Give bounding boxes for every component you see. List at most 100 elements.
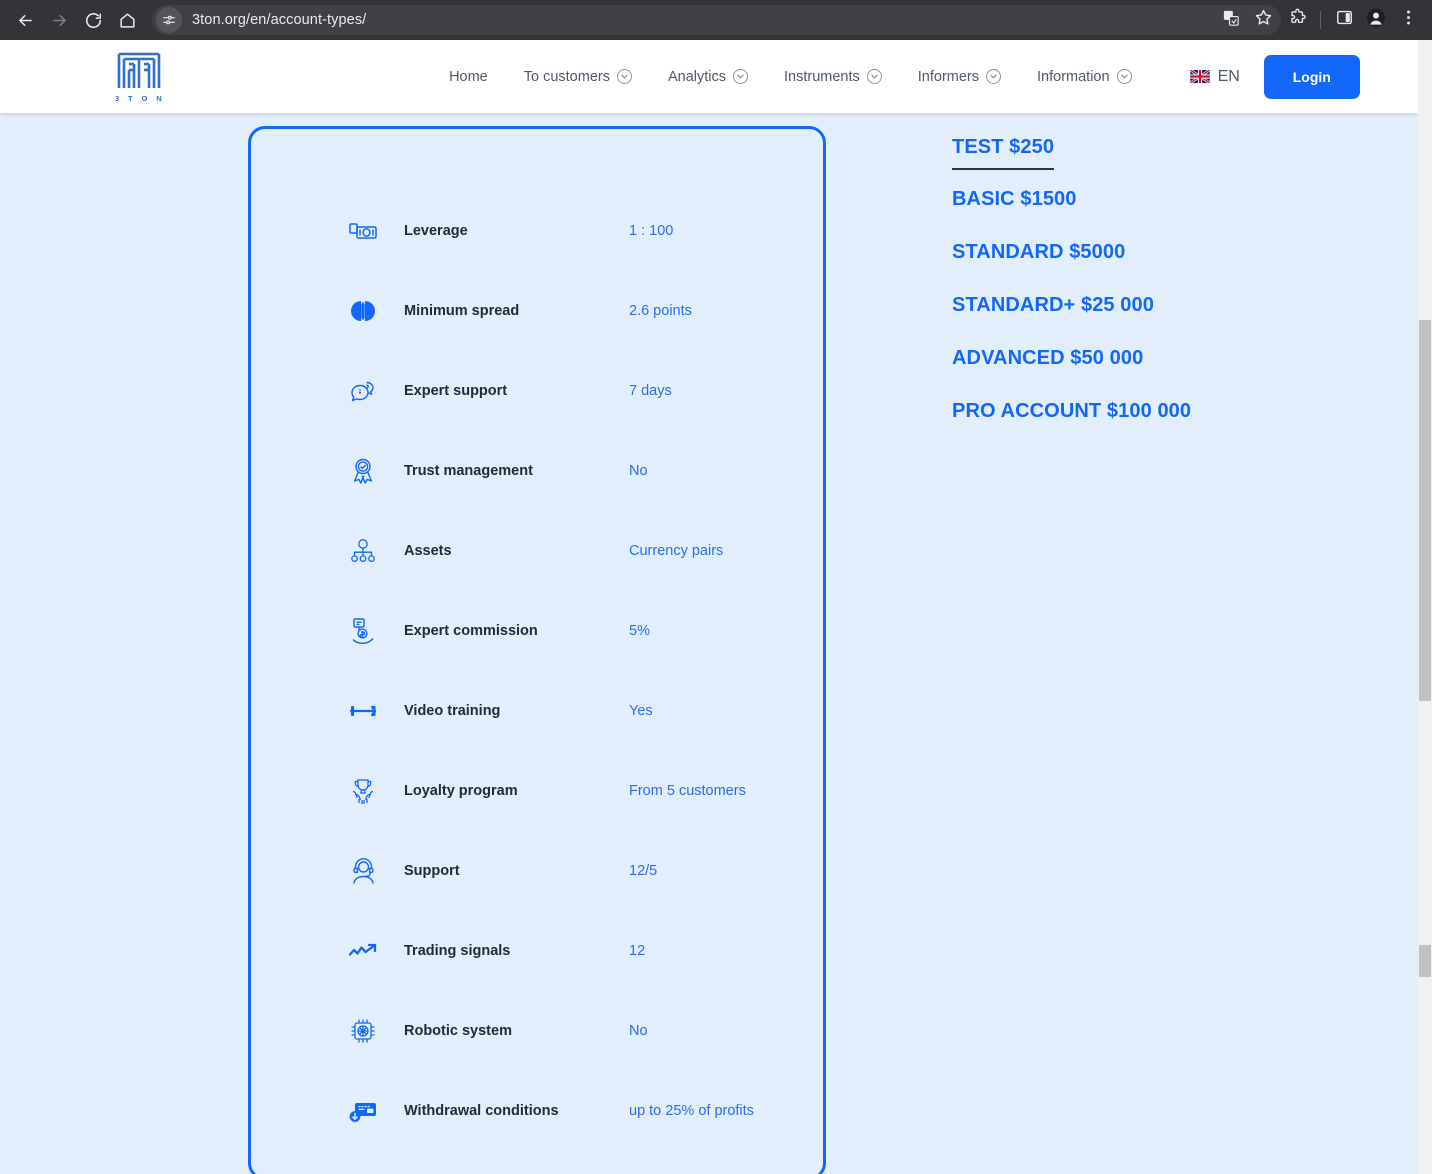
spec-value: 5% bbox=[629, 623, 650, 639]
translate-button[interactable]: G bbox=[1215, 4, 1247, 36]
video-training-icon bbox=[345, 703, 381, 719]
inner-scrollbar-thumb[interactable] bbox=[1419, 945, 1431, 977]
support-headset-icon bbox=[345, 857, 381, 885]
chevron-down-icon bbox=[986, 69, 1002, 84]
robotic-system-chip-icon bbox=[345, 1017, 381, 1045]
chrome-menu-button[interactable] bbox=[1392, 4, 1424, 36]
spec-label: Expert support bbox=[404, 383, 508, 399]
spec-label: Video training bbox=[404, 703, 501, 719]
account-type-standard[interactable]: STANDARD $5000 bbox=[952, 241, 1125, 264]
account-type-list: TEST $250 BASIC $1500 STANDARD $5000 STA… bbox=[952, 136, 1352, 453]
page-content: Leverage 1 : 100 Minimum spread 2.6 poin… bbox=[0, 113, 1418, 1174]
spec-label: Trading signals bbox=[404, 943, 511, 959]
spec-row: Video training Yes bbox=[251, 671, 823, 751]
three-dot-menu-icon bbox=[1399, 8, 1418, 32]
account-spec-card: Leverage 1 : 100 Minimum spread 2.6 poin… bbox=[248, 126, 826, 1174]
nav-item-analytics[interactable]: Analytics bbox=[650, 69, 766, 85]
translate-icon: G bbox=[1222, 9, 1240, 32]
nav-label: Informers bbox=[917, 68, 980, 85]
expert-support-chat-icon bbox=[345, 379, 381, 404]
spec-row: Support 12/5 bbox=[251, 831, 823, 911]
site-logo[interactable]: 3 T O N bbox=[112, 50, 165, 103]
leverage-money-icon bbox=[345, 218, 381, 244]
logo-maze-icon bbox=[116, 50, 162, 92]
spec-label: Minimum spread bbox=[404, 303, 520, 319]
spec-row: Minimum spread 2.6 points bbox=[251, 271, 823, 351]
browser-toolbar: 3ton.org/en/account-types/ G bbox=[0, 0, 1432, 40]
spec-row: Expert support 7 days bbox=[251, 351, 823, 431]
forward-button[interactable] bbox=[42, 3, 76, 37]
side-panel-button[interactable] bbox=[1328, 4, 1360, 36]
spec-row: Expert commission 5% bbox=[251, 591, 823, 671]
home-button[interactable] bbox=[110, 3, 144, 37]
extensions-button[interactable] bbox=[1281, 4, 1313, 36]
nav-item-home[interactable]: Home bbox=[449, 69, 506, 85]
spec-value: No bbox=[629, 1023, 648, 1039]
account-type-test[interactable]: TEST $250 bbox=[952, 136, 1055, 170]
nav-item-instruments[interactable]: Instruments bbox=[766, 69, 900, 85]
chevron-down-icon bbox=[866, 69, 882, 84]
spec-value: 1 : 100 bbox=[629, 223, 674, 239]
site-header: 3 T O N Home To customers Analytics Inst… bbox=[0, 40, 1418, 113]
reload-icon bbox=[84, 11, 103, 30]
account-type-standard-plus[interactable]: STANDARD+ $25 000 bbox=[952, 294, 1154, 317]
account-type-pro[interactable]: PRO ACCOUNT $100 000 bbox=[952, 400, 1191, 423]
login-button[interactable]: Login bbox=[1263, 54, 1360, 99]
reload-button[interactable] bbox=[76, 3, 110, 37]
withdrawal-card-icon bbox=[345, 1099, 381, 1123]
language-code: EN bbox=[1217, 67, 1240, 85]
nav-label: Information bbox=[1037, 68, 1110, 85]
url-text[interactable]: 3ton.org/en/account-types/ bbox=[192, 12, 366, 28]
spec-row: Trading signals 12 bbox=[251, 911, 823, 991]
page-scrollbar[interactable] bbox=[1418, 40, 1432, 1174]
nav-item-informers[interactable]: Informers bbox=[900, 69, 1019, 85]
bookmark-button[interactable] bbox=[1247, 4, 1279, 36]
profile-avatar-icon bbox=[1365, 7, 1387, 34]
logo-wordmark: 3 T O N bbox=[115, 94, 166, 103]
uk-flag-icon bbox=[1189, 70, 1210, 83]
spec-value: Currency pairs bbox=[629, 543, 724, 559]
scrollbar-thumb[interactable] bbox=[1419, 320, 1431, 701]
browser-actions bbox=[1281, 4, 1424, 36]
spec-label: Robotic system bbox=[404, 1023, 512, 1039]
assets-network-icon bbox=[345, 538, 381, 564]
spec-row-list: Leverage 1 : 100 Minimum spread 2.6 poin… bbox=[251, 129, 823, 1151]
extensions-puzzle-icon bbox=[1288, 8, 1307, 32]
trust-management-badge-icon bbox=[345, 457, 381, 485]
spec-value: up to 25% of profits bbox=[629, 1103, 754, 1119]
trading-signals-chart-icon bbox=[345, 942, 381, 960]
nav-label: Analytics bbox=[667, 68, 727, 85]
home-icon bbox=[118, 11, 137, 30]
toolbar-divider bbox=[1320, 11, 1321, 29]
spec-label: Trust management bbox=[404, 463, 533, 479]
side-panel-icon bbox=[1335, 8, 1354, 32]
nav-label: Instruments bbox=[784, 68, 860, 85]
nav-item-information[interactable]: Information bbox=[1019, 69, 1150, 85]
omnibox-actions: G bbox=[1213, 5, 1281, 35]
spec-row: Robotic system No bbox=[251, 991, 823, 1071]
spec-value: Yes bbox=[629, 703, 653, 719]
spec-value: 12 bbox=[629, 943, 646, 959]
back-button[interactable] bbox=[8, 3, 42, 37]
spec-row: Withdrawal conditions up to 25% of profi… bbox=[251, 1071, 823, 1151]
spec-label: Loyalty program bbox=[404, 783, 518, 799]
spread-icon bbox=[345, 299, 381, 323]
account-type-basic[interactable]: BASIC $1500 bbox=[952, 188, 1077, 211]
spec-row: Trust management No bbox=[251, 431, 823, 511]
main-navigation: Home To customers Analytics Instruments … bbox=[449, 69, 1150, 85]
spec-row: Assets Currency pairs bbox=[251, 511, 823, 591]
account-type-advanced[interactable]: ADVANCED $50 000 bbox=[952, 347, 1143, 370]
spec-label: Withdrawal conditions bbox=[404, 1103, 559, 1119]
language-switcher[interactable]: EN bbox=[1189, 67, 1240, 86]
site-settings-icon[interactable] bbox=[156, 7, 182, 33]
profile-button[interactable] bbox=[1360, 4, 1392, 36]
spec-value: No bbox=[629, 463, 648, 479]
chevron-down-icon bbox=[733, 69, 749, 84]
chevron-down-icon bbox=[1116, 69, 1132, 84]
spec-row: Leverage 1 : 100 bbox=[251, 191, 823, 271]
address-bar[interactable]: 3ton.org/en/account-types/ bbox=[152, 5, 1253, 35]
nav-item-to-customers[interactable]: To customers bbox=[506, 69, 650, 85]
star-icon bbox=[1254, 8, 1273, 32]
expert-commission-hand-icon bbox=[345, 617, 381, 645]
spec-label: Support bbox=[404, 863, 460, 879]
